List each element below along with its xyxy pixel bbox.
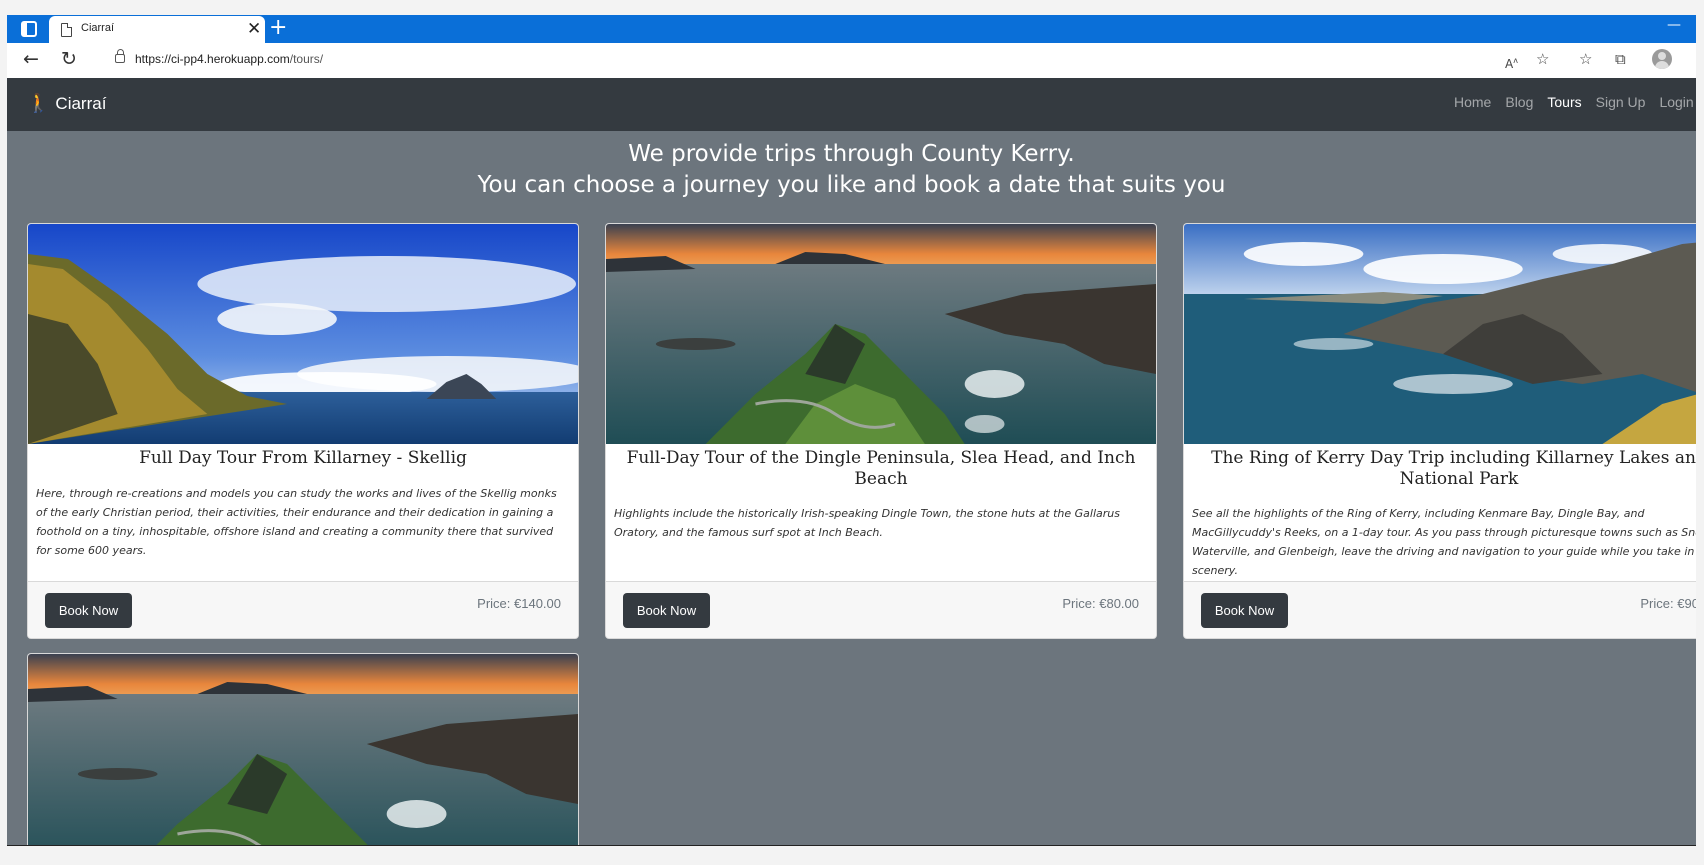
- heading-line-2: You can choose a journey you like and bo…: [477, 172, 1226, 198]
- tour-card-partial: [27, 653, 579, 845]
- tour-title: The Ring of Kerry Day Trip including Kil…: [1211, 448, 1696, 489]
- brand-link[interactable]: 🚶 Ciarraí: [27, 93, 106, 114]
- book-now-button[interactable]: Book Now: [45, 593, 132, 628]
- reload-icon[interactable]: ↻: [61, 47, 77, 71]
- browser-tab[interactable]: Ciarraí ✕: [49, 16, 265, 44]
- site-navbar: 🚶 Ciarraí Home Blog Tours Sign Up Login: [7, 78, 1696, 131]
- nav-login[interactable]: Login: [1659, 94, 1693, 110]
- tour-image-dingle: [28, 654, 578, 845]
- heading-line-1: We provide trips through County Kerry.: [628, 141, 1075, 167]
- minimize-icon[interactable]: —: [1667, 17, 1681, 33]
- tour-description: See all the highlights of the Ring of Ke…: [1192, 507, 1696, 577]
- url-field[interactable]: https://ci-pp4.herokuapp.com/tours/: [95, 45, 1565, 75]
- tab-actions-icon[interactable]: [21, 21, 37, 37]
- book-now-button[interactable]: Book Now: [623, 593, 710, 628]
- read-aloud-icon[interactable]: Aʌ: [1505, 51, 1518, 74]
- tour-price: Price: €80.00: [1062, 596, 1139, 611]
- tour-image-dingle: [606, 224, 1156, 444]
- tour-description: Highlights include the historically Iris…: [614, 507, 1121, 539]
- collections-icon[interactable]: ⧉: [1615, 49, 1626, 69]
- tour-title: Full Day Tour From Killarney - Skellig: [139, 448, 467, 468]
- brand-text: Ciarraí: [55, 93, 107, 113]
- tour-card: Full Day Tour From Killarney - Skellig H…: [27, 223, 579, 639]
- nav-links: Home Blog Tours Sign Up Login: [1454, 94, 1694, 110]
- new-tab-icon[interactable]: +: [269, 15, 287, 41]
- card-footer: Book Now Price: €140.00: [28, 581, 578, 638]
- back-arrow-icon[interactable]: ←: [23, 47, 39, 71]
- lock-icon[interactable]: [115, 49, 125, 63]
- favorites-icon[interactable]: ☆: [1579, 49, 1592, 69]
- status-bar: [7, 845, 1696, 865]
- url-text[interactable]: https://ci-pp4.herokuapp.com/tours/: [135, 52, 323, 66]
- page-viewport: 🚶 Ciarraí Home Blog Tours Sign Up Login …: [7, 78, 1696, 845]
- tab-title: Ciarraí: [81, 22, 115, 34]
- tour-description: Here, through re-creations and models yo…: [36, 487, 557, 557]
- nav-signup[interactable]: Sign Up: [1596, 94, 1646, 110]
- address-bar: ← ↻ https://ci-pp4.herokuapp.com/tours/ …: [7, 43, 1696, 78]
- page-icon: [61, 23, 72, 37]
- tour-title: Full-Day Tour of the Dingle Peninsula, S…: [626, 448, 1136, 489]
- tour-image-skellig: [28, 224, 578, 444]
- tour-card: Full-Day Tour of the Dingle Peninsula, S…: [605, 223, 1157, 639]
- nav-home[interactable]: Home: [1454, 94, 1491, 110]
- close-tab-icon[interactable]: ✕: [247, 18, 261, 40]
- card-footer: Book Now Price: €90.00: [1184, 581, 1696, 638]
- card-footer: Book Now Price: €80.00: [606, 581, 1156, 638]
- profile-avatar[interactable]: [1652, 49, 1672, 69]
- tour-card: The Ring of Kerry Day Trip including Kil…: [1183, 223, 1696, 639]
- tour-price: Price: €140.00: [477, 596, 561, 611]
- book-now-button[interactable]: Book Now: [1201, 593, 1288, 628]
- favorite-add-icon[interactable]: ☆: [1536, 49, 1549, 69]
- hiker-icon: 🚶: [27, 93, 50, 113]
- nav-blog[interactable]: Blog: [1505, 94, 1533, 110]
- tour-image-ring-of-kerry: [1184, 224, 1696, 444]
- window-frame: [0, 0, 1704, 15]
- tour-price: Price: €90.00: [1640, 596, 1696, 611]
- nav-tours[interactable]: Tours: [1547, 94, 1581, 110]
- tab-strip: Ciarraí ✕ + —: [7, 15, 1696, 44]
- page-heading: We provide trips through County Kerry. Y…: [7, 139, 1696, 201]
